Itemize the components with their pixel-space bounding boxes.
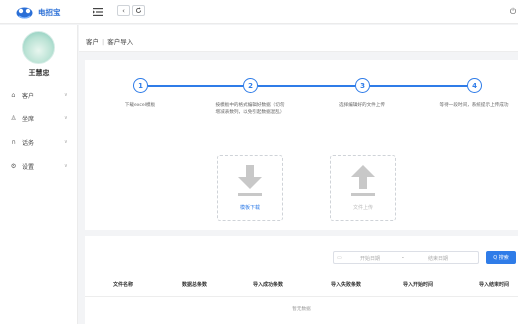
breadcrumb-bar: 客户 | 客户导入 bbox=[79, 25, 518, 52]
breadcrumb: 客户 | 客户导入 bbox=[86, 36, 133, 46]
sidebar-item-customer[interactable]: ⌂ 客户 ∨ bbox=[0, 88, 78, 102]
table-header: 文件名称 bbox=[113, 282, 134, 288]
avatar[interactable] bbox=[22, 31, 55, 64]
step-connector bbox=[370, 85, 467, 87]
step-3-circle: 3 bbox=[355, 78, 370, 93]
sidebar-item-agent[interactable]: ♙ 坐席 ∨ bbox=[0, 111, 78, 125]
date-separator: - bbox=[402, 255, 404, 261]
upload-label: 文件上传 bbox=[352, 205, 373, 211]
table-divider bbox=[85, 296, 518, 297]
download-icon bbox=[218, 165, 282, 199]
step-3-text: 选择编辑好的文件上传 bbox=[339, 103, 385, 108]
start-date-input[interactable]: 开始日期 bbox=[360, 255, 380, 262]
sidebar-item-label: 坐席 bbox=[22, 115, 35, 123]
chevron-left-icon: ‹ bbox=[122, 6, 125, 15]
gear-icon: ⚙ bbox=[10, 162, 17, 170]
step-connector bbox=[258, 85, 355, 87]
step-1-circle: 1 bbox=[133, 78, 148, 93]
search-button[interactable]: Q 搜索 bbox=[486, 251, 516, 264]
template-download-button[interactable]: 模板下载 bbox=[217, 155, 283, 221]
user-icon: ♙ bbox=[10, 114, 17, 122]
breadcrumb-separator: | bbox=[102, 38, 105, 46]
table-header: 数据总条数 bbox=[182, 282, 208, 288]
headset-icon: ∩ bbox=[11, 138, 16, 146]
sidebar-item-settings[interactable]: ⚙ 设置 ∨ bbox=[0, 159, 78, 173]
menu-fold-icon[interactable] bbox=[93, 6, 103, 17]
step-1-text: 下载excel模板 bbox=[124, 103, 156, 108]
step-4-circle: 4 bbox=[467, 78, 482, 93]
file-upload-button[interactable]: 文件上传 bbox=[330, 155, 396, 221]
refresh-icon bbox=[135, 7, 142, 14]
home-icon: ⌂ bbox=[11, 91, 16, 99]
download-label: 模板下载 bbox=[239, 205, 260, 211]
top-bar: 电招宝 ‹ ⏻ bbox=[0, 0, 518, 24]
step-4-text: 等待一段时间，系统提示上传成功 bbox=[439, 103, 509, 108]
refresh-button[interactable] bbox=[132, 5, 145, 16]
end-date-input[interactable]: 结束日期 bbox=[428, 255, 448, 262]
back-button[interactable]: ‹ bbox=[117, 5, 130, 16]
app-brand: 电招宝 bbox=[38, 8, 61, 17]
calendar-icon: ▭ bbox=[337, 255, 342, 261]
empty-state: 暂无数据 bbox=[292, 307, 311, 312]
step-2-text: 按模板中的格式编辑好数据（切勿增减表数列，以免引起数据混乱） bbox=[215, 103, 285, 115]
chevron-down-icon: ∨ bbox=[64, 163, 68, 169]
chevron-down-icon: ∨ bbox=[64, 115, 68, 121]
table-header: 导入成功条数 bbox=[253, 282, 284, 288]
table-header: 导入开始时间 bbox=[403, 282, 434, 288]
sidebar-item-calls[interactable]: ∩ 话务 ∨ bbox=[0, 135, 78, 149]
upload-icon bbox=[331, 165, 395, 199]
step-connector bbox=[148, 85, 243, 87]
sidebar-item-label: 设置 bbox=[22, 163, 35, 171]
sidebar-item-label: 话务 bbox=[22, 139, 35, 147]
step-2-circle: 2 bbox=[243, 78, 258, 93]
power-icon[interactable]: ⏻ bbox=[508, 6, 518, 17]
table-header: 导入结束时间 bbox=[479, 282, 510, 288]
chevron-down-icon: ∨ bbox=[64, 139, 68, 145]
chevron-down-icon: ∨ bbox=[64, 92, 68, 98]
breadcrumb-root[interactable]: 客户 bbox=[86, 38, 99, 46]
breadcrumb-current: 客户导入 bbox=[107, 38, 134, 46]
app-logo bbox=[16, 7, 33, 19]
date-range-picker[interactable]: ▭ 开始日期 - 结束日期 bbox=[333, 251, 479, 264]
sidebar: 王慧忠 ⌂ 客户 ∨ ♙ 坐席 ∨ ∩ 话务 ∨ ⚙ 设置 ∨ bbox=[0, 25, 78, 324]
username: 王慧忠 bbox=[28, 69, 50, 77]
table-header: 导入失败条数 bbox=[331, 282, 362, 288]
sidebar-item-label: 客户 bbox=[22, 92, 35, 100]
